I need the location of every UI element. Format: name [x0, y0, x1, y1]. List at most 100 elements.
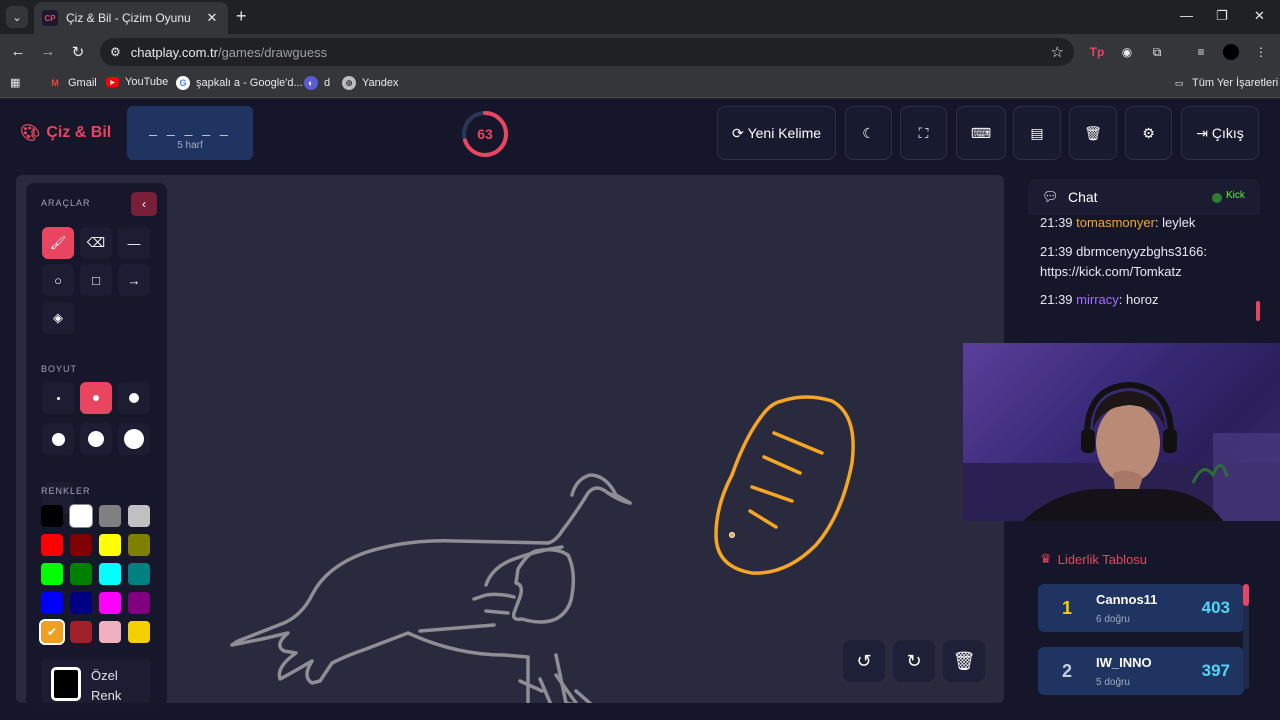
color-swatch[interactable]	[41, 534, 63, 556]
keyboard-icon: ⌨	[970, 124, 992, 141]
color-swatch[interactable]	[70, 621, 92, 643]
extensions-puzzle-icon[interactable]: ⧉	[1148, 43, 1166, 61]
size-s-button[interactable]	[80, 382, 112, 414]
color-swatch[interactable]	[41, 592, 63, 614]
color-swatch[interactable]	[70, 563, 92, 585]
color-swatch[interactable]	[99, 534, 121, 556]
url-host: chatplay.com.tr	[130, 44, 218, 60]
arrow-tool-button[interactable]: →	[118, 264, 150, 296]
bookmark-star-icon[interactable]: ☆	[1051, 43, 1064, 61]
exit-button[interactable]: ⇥ Çıkış	[1181, 106, 1259, 160]
address-bar[interactable]: ⚙ chatplay.com.tr/games/drawguess ☆	[100, 38, 1074, 66]
browser-toolbar: ← → ↻ ⚙ chatplay.com.tr/games/drawguess …	[0, 34, 1280, 70]
undo-icon: ↺	[856, 650, 872, 671]
bookmark-google[interactable]: Gşapkalı a - Google'd...	[176, 76, 303, 90]
size-l-button[interactable]	[42, 423, 74, 455]
color-swatch[interactable]	[70, 505, 92, 527]
eraser-tool-button[interactable]: ⌫	[80, 227, 112, 259]
color-swatch[interactable]	[99, 621, 121, 643]
leaderboard-correct: 6 doğru	[1096, 614, 1130, 625]
color-swatch[interactable]	[70, 592, 92, 614]
color-swatch[interactable]	[128, 505, 150, 527]
leaderboard-scrollbar-thumb[interactable]	[1243, 584, 1249, 606]
color-swatch[interactable]	[99, 505, 121, 527]
bookmark-youtube[interactable]: ▶ YouTube	[106, 76, 168, 88]
line-tool-button[interactable]: —	[118, 227, 150, 259]
fullscreen-button[interactable]: ⛶	[900, 106, 947, 160]
forward-icon[interactable]: →	[38, 43, 58, 60]
sign-out-icon: ⇥	[1196, 124, 1208, 141]
color-swatch[interactable]	[99, 563, 121, 585]
size-xxl-button[interactable]	[118, 423, 150, 455]
size-dot-icon	[124, 429, 144, 449]
game-header: 🎨︎ Çiz & Bil _ _ _ _ _ 5 harf 63 ⟳ Yeni …	[0, 99, 1280, 167]
leaderboard-name: Cannos11	[1096, 592, 1158, 607]
media-control-icon[interactable]: ≡	[1192, 43, 1210, 61]
bookmark-yandex[interactable]: ⊕ Yandex	[342, 76, 399, 90]
site-info-icon[interactable]: ⚙	[110, 45, 121, 59]
word-length: 5 harf	[177, 140, 203, 151]
bookmark-gmail[interactable]: M Gmail	[48, 76, 96, 90]
minimize-icon[interactable]: —	[1180, 8, 1193, 23]
leaderboard-name: IW_INNO	[1096, 655, 1152, 670]
gmail-icon: M	[51, 78, 59, 88]
undo-button[interactable]: ↺	[843, 640, 885, 682]
tab-search-icon[interactable]: ⌄	[6, 6, 28, 28]
bookmark-d[interactable]: ◐ d	[304, 76, 330, 90]
archive-button[interactable]: ▤	[1013, 106, 1061, 160]
extension-avatar-icon[interactable]: ◉	[1118, 43, 1136, 61]
chat-scrollbar[interactable]	[1256, 301, 1260, 321]
new-word-button[interactable]: ⟳ Yeni Kelime	[717, 106, 836, 160]
color-swatch[interactable]	[99, 592, 121, 614]
size-dot-icon	[93, 395, 99, 401]
brush-tool-button[interactable]: 🖌︎	[42, 227, 74, 259]
size-title: BOYUT	[41, 364, 78, 374]
color-swatch[interactable]	[41, 505, 63, 527]
fill-tool-button[interactable]: ◈	[42, 302, 74, 334]
circle-tool-button[interactable]: ○	[42, 264, 74, 296]
redo-button[interactable]: ↻	[893, 640, 935, 682]
leaderboard-title: ♛ Liderlik Tablosu	[1040, 551, 1148, 567]
settings-button[interactable]: ⚙	[1125, 106, 1172, 160]
moon-icon: ☾	[862, 124, 875, 141]
chat-message: 21:39 mirracy: horoz	[1040, 292, 1159, 307]
apps-grid-icon[interactable]: ▦	[10, 76, 20, 89]
color-swatch[interactable]	[128, 592, 150, 614]
profile-avatar-icon[interactable]	[1222, 43, 1240, 61]
all-bookmarks[interactable]: ▭ Tüm Yer İşaretleri	[1172, 76, 1278, 90]
size-xs-button[interactable]	[42, 382, 74, 414]
size-m-button[interactable]	[118, 382, 150, 414]
new-tab-icon[interactable]: +	[236, 7, 247, 25]
extension-tp-icon[interactable]: Tp	[1088, 43, 1106, 61]
tools-panel: ARAÇLAR ‹ 🖌︎ ⌫ — ○ □ → ◈ BOYUT RENKLER ✔…	[26, 183, 167, 707]
chevron-left-icon: ‹	[142, 197, 146, 211]
brush-icon: 🖌︎	[49, 235, 67, 250]
browser-tab-active[interactable]: CP Çiz & Bil - Çizim Oyunu ✕	[34, 2, 228, 34]
tab-close-icon[interactable]: ✕	[204, 10, 220, 26]
color-swatch[interactable]: ✔	[41, 621, 63, 643]
color-swatch[interactable]	[70, 534, 92, 556]
color-swatch[interactable]	[128, 563, 150, 585]
back-icon[interactable]: ←	[8, 43, 28, 60]
game-logo[interactable]: 🎨︎ Çiz & Bil	[20, 123, 111, 143]
webcam-overlay	[963, 343, 1280, 521]
browser-menu-icon[interactable]: ⋮	[1252, 43, 1270, 61]
theme-toggle-button[interactable]: ☾	[845, 106, 892, 160]
clear-button[interactable]: 🗑︎	[1069, 106, 1117, 160]
size-dot-icon	[51, 432, 65, 446]
maximize-icon[interactable]: ❐	[1216, 8, 1228, 24]
custom-color-button[interactable]: Özel Renk	[41, 659, 151, 703]
webcam-person-image	[963, 381, 1280, 521]
rectangle-tool-button[interactable]: □	[80, 264, 112, 296]
timer-value: 63	[477, 126, 493, 142]
color-swatch[interactable]	[128, 621, 150, 643]
collapse-panel-button[interactable]: ‹	[131, 192, 157, 216]
clear-canvas-button[interactable]: 🗑︎	[943, 640, 985, 682]
chat-panel: 💬︎ Chat Kick 21:39 tomasmonyer: leylek 2…	[1028, 179, 1260, 321]
color-swatch[interactable]	[41, 563, 63, 585]
size-xl-button[interactable]	[80, 423, 112, 455]
keyboard-button[interactable]: ⌨	[956, 106, 1006, 160]
reload-icon[interactable]: ↻	[68, 43, 88, 61]
color-swatch[interactable]	[128, 534, 150, 556]
window-close-icon[interactable]: ✕	[1254, 8, 1265, 24]
